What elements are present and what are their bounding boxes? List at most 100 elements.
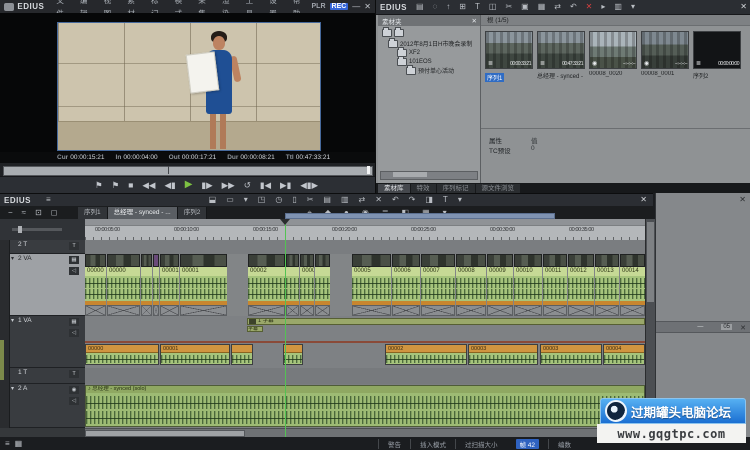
clip-mixer-fade[interactable] [160,305,179,316]
expander-icon[interactable]: ▾ [11,317,14,324]
tab-素材库[interactable]: 素材库 [378,184,410,193]
clip-mixer-fade[interactable] [514,305,542,316]
timeline-ruler[interactable]: 00:00:05:0000:00:10:0000:00:15:0000:00:2… [85,219,645,240]
mute-icon[interactable]: ◁ [69,397,79,405]
waveform-icon[interactable]: ≈ [22,207,26,219]
clip-mixer-fade[interactable] [153,305,159,316]
folder-panel-close-icon[interactable]: ✕ [468,17,480,25]
render-icon[interactable]: ◷ [275,194,282,206]
effect-icon[interactable]: ◨ [425,194,433,206]
timeline-clip[interactable] [283,344,303,365]
seek-track[interactable] [3,166,373,176]
overwrite-icon[interactable]: ⇄ [359,194,366,206]
timeline-clip[interactable]: 00005 [352,254,391,316]
track-header-2T[interactable]: 2 TT [10,240,85,254]
clip-mixer-fade[interactable] [421,305,455,316]
recorder-mode-button[interactable]: REC [330,3,349,10]
clip-mixer-fade[interactable] [487,305,513,316]
paste-icon[interactable]: ▦ [538,1,546,13]
speaker-icon[interactable]: ◉ [69,386,79,394]
new-sequence-icon[interactable]: ▭ [226,194,234,206]
match-frame-button[interactable]: ◀▮▶ [300,178,318,192]
timeline-h-scrollbar[interactable] [85,428,645,437]
seek-bar[interactable] [0,163,375,176]
track-header-1T[interactable]: 1 TT [10,368,85,384]
bin-clip-item[interactable]: ◉--:--:--:--00008_0020 [589,31,637,77]
timeline-clip[interactable] [141,254,152,316]
timeline-clip[interactable]: 00000 [85,254,106,316]
clip-mixer-fade[interactable] [107,305,140,316]
next-frame-button[interactable]: ▮▶ [201,178,212,192]
rewind-button[interactable]: ◀◀ [142,178,155,192]
capture-icon[interactable]: ◫ [489,1,497,13]
cut-icon[interactable]: ✂ [505,1,512,13]
title-clip[interactable]: 1 字幕 [247,318,645,325]
range-icon[interactable]: ◻ [51,207,58,219]
collapse-icon[interactable]: − [8,207,13,219]
title-icon[interactable]: T [69,242,79,250]
timeline-clip[interactable] [153,254,159,316]
minimize-button[interactable]: — [352,2,360,12]
clip-mixer-fade[interactable] [85,305,106,316]
timeline-clip[interactable]: 00002 [385,344,467,365]
save-icon[interactable]: ⬓ [209,194,217,206]
palette-divider[interactable]: — 05 ✕ [656,321,750,333]
timeline-clip[interactable]: 00014 [620,254,645,316]
track-header-2A[interactable]: ▾2 A◉◁ [10,384,85,428]
stop-button[interactable]: ■ [128,178,133,192]
tree-item[interactable]: 预付单心活动 [406,66,454,75]
timeline-clip[interactable]: 00011 [543,254,567,316]
root-folder[interactable] [382,28,404,37]
snap-icon[interactable]: ⊡ [35,207,42,219]
prev-frame-button[interactable]: ◀▮ [164,178,175,192]
title-icon[interactable]: T [69,370,79,378]
timeline-clip[interactable]: 00008 [456,254,486,316]
redo-icon[interactable]: ↷ [409,194,416,206]
play-button[interactable]: ▶ [185,178,193,192]
timeline-clip[interactable]: 00006 [392,254,420,316]
timeline-clip[interactable]: 00007 [421,254,455,316]
bin-close-icon[interactable]: ✕ [740,2,747,11]
delete-icon[interactable]: ✕ [586,1,593,13]
bin-clip-item[interactable]: ◉--:--:--:--00008_0001 [641,31,689,77]
clip-mixer-fade[interactable] [620,305,645,316]
timeline-clip[interactable]: 00000 [107,254,140,316]
timeline-clip[interactable] [231,344,253,365]
clip-mixer-fade[interactable] [543,305,567,316]
up-folder-icon[interactable]: ↑ [446,1,450,13]
timeline-clip[interactable]: 00003 [300,254,314,316]
copy-icon[interactable]: ▣ [521,1,529,13]
more-icon[interactable]: ▾ [458,194,462,206]
export-icon[interactable]: ▯ [292,194,296,206]
track-header-2VA[interactable]: ▾2 VA▦◁ [10,254,85,316]
timeline-clip[interactable]: 00003 [540,344,602,365]
address-icon[interactable]: ▸ [601,1,605,13]
clip-mixer-fade[interactable] [392,305,420,316]
clip-mixer-fade[interactable] [595,305,619,316]
clip-mixer-fade[interactable] [300,305,314,316]
menu-icon[interactable]: ≡ [5,438,10,450]
ffwd-button[interactable]: ▶▶ [222,178,235,192]
tab-序列标记[interactable]: 序列标记 [437,184,475,193]
set-in-icon[interactable]: ⚑ [95,178,103,192]
timeline-clip[interactable]: 00002 [248,254,285,316]
collapse-handle-icon[interactable]: — [697,324,703,330]
seek-handle[interactable] [367,166,370,174]
timeline-clip[interactable] [286,254,299,316]
h-scroll-thumb[interactable] [85,430,245,437]
title-sub-clip[interactable]: 字幕 [247,326,263,332]
timeline-clip[interactable]: 00012 [568,254,594,316]
expander-icon[interactable]: ▾ [11,385,14,392]
clip-mixer-fade[interactable] [568,305,594,316]
bin-clip-item[interactable]: ≣00:00:00:00序列2 [693,31,741,80]
track-header-1VA[interactable]: ▾1 VA▦◁ [10,316,85,368]
timeline-clip[interactable]: 00003 [468,344,538,365]
clip-mixer-fade[interactable] [180,305,227,316]
capture-icon[interactable]: ◳ [258,194,266,206]
bin-clip-item[interactable]: ≣00:00:33:21序列1 [485,31,533,87]
replace-icon[interactable]: ⇄ [554,1,561,13]
palette-close-icon[interactable]: ✕ [739,195,746,204]
timeline-clip[interactable] [315,254,330,316]
dropdown-icon[interactable]: ▾ [244,194,248,206]
expander-icon[interactable]: ▾ [11,255,14,262]
